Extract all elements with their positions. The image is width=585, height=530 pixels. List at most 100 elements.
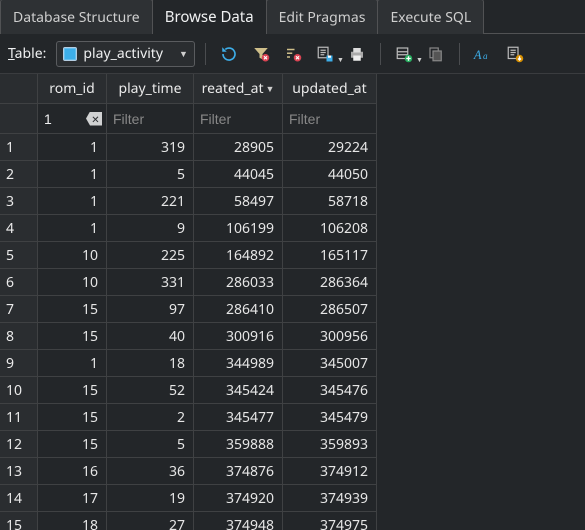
tab-browse-data[interactable]: Browse Data <box>152 0 267 34</box>
print-button[interactable] <box>344 41 370 67</box>
clear-filters-button[interactable] <box>248 41 274 67</box>
filter-input-reated_at[interactable] <box>194 104 282 133</box>
column-header-reated_at[interactable]: reated_at <box>194 74 283 104</box>
row-header[interactable]: 3 <box>0 188 38 215</box>
cell[interactable]: 319 <box>107 134 194 161</box>
cell[interactable]: 15 <box>38 431 107 458</box>
cell[interactable]: 18 <box>38 512 107 530</box>
row-header[interactable]: 11 <box>0 404 38 431</box>
row-header[interactable]: 1 <box>0 134 38 161</box>
cell[interactable]: 374975 <box>283 512 377 530</box>
cell[interactable]: 15 <box>38 377 107 404</box>
row-header[interactable]: 6 <box>0 269 38 296</box>
column-header-rom_id[interactable]: rom_id <box>38 74 107 104</box>
cell[interactable]: 36 <box>107 458 194 485</box>
toolbar-separator <box>459 43 460 65</box>
cell[interactable]: 19 <box>107 485 194 512</box>
sort-clear-icon <box>284 45 302 63</box>
cell[interactable]: 1 <box>38 188 107 215</box>
filter-input-updated_at[interactable] <box>283 104 376 133</box>
cell[interactable]: 344989 <box>194 350 283 377</box>
row-header[interactable]: 2 <box>0 161 38 188</box>
cell[interactable]: 40 <box>107 323 194 350</box>
column-header-play_time[interactable]: play_time <box>107 74 194 104</box>
cell[interactable]: 44045 <box>194 161 283 188</box>
cell[interactable]: 374920 <box>194 485 283 512</box>
save-filter-button[interactable] <box>312 41 338 67</box>
cell[interactable]: 2 <box>107 404 194 431</box>
cell[interactable]: 374939 <box>283 485 377 512</box>
cell[interactable]: 106199 <box>194 215 283 242</box>
cell[interactable]: 29224 <box>283 134 377 161</box>
cell[interactable]: 300916 <box>194 323 283 350</box>
cell[interactable]: 1 <box>38 215 107 242</box>
cell[interactable]: 52 <box>107 377 194 404</box>
cell[interactable]: 9 <box>107 215 194 242</box>
font-button[interactable]: A a <box>470 41 496 67</box>
cell[interactable]: 10 <box>38 242 107 269</box>
add-record-button[interactable] <box>391 41 417 67</box>
row-header[interactable]: 12 <box>0 431 38 458</box>
row-header[interactable]: 13 <box>0 458 38 485</box>
cell[interactable]: 345424 <box>194 377 283 404</box>
duplicate-record-button[interactable] <box>423 41 449 67</box>
cell[interactable]: 331 <box>107 269 194 296</box>
cell[interactable]: 27 <box>107 512 194 530</box>
cell[interactable]: 345007 <box>283 350 377 377</box>
cell[interactable]: 1 <box>38 350 107 377</box>
table-select-combo[interactable]: play_activity ▼ <box>56 41 195 67</box>
row-header[interactable]: 14 <box>0 485 38 512</box>
cell[interactable]: 300956 <box>283 323 377 350</box>
cell[interactable]: 221 <box>107 188 194 215</box>
toolbar-separator <box>380 43 381 65</box>
cell[interactable]: 345477 <box>194 404 283 431</box>
cell[interactable]: 286033 <box>194 269 283 296</box>
cell[interactable]: 345479 <box>283 404 377 431</box>
row-header[interactable]: 5 <box>0 242 38 269</box>
cell[interactable]: 164892 <box>194 242 283 269</box>
cell[interactable]: 165117 <box>283 242 377 269</box>
cell[interactable]: 15 <box>38 404 107 431</box>
cell[interactable]: 5 <box>107 431 194 458</box>
clear-sort-button[interactable] <box>280 41 306 67</box>
cell[interactable]: 359893 <box>283 431 377 458</box>
tab-database-structure[interactable]: Database Structure <box>0 0 153 34</box>
cell[interactable]: 15 <box>38 296 107 323</box>
cell[interactable]: 97 <box>107 296 194 323</box>
row-header[interactable]: 8 <box>0 323 38 350</box>
main-tabs: Database Structure Browse Data Edit Prag… <box>0 0 585 34</box>
cell[interactable]: 44050 <box>283 161 377 188</box>
export-button[interactable] <box>502 41 528 67</box>
cell[interactable]: 1 <box>38 161 107 188</box>
tab-execute-sql[interactable]: Execute SQL <box>377 0 484 34</box>
cell[interactable]: 225 <box>107 242 194 269</box>
row-header[interactable]: 15 <box>0 512 38 530</box>
cell[interactable]: 10 <box>38 269 107 296</box>
cell[interactable]: 28905 <box>194 134 283 161</box>
cell[interactable]: 58718 <box>283 188 377 215</box>
cell[interactable]: 374912 <box>283 458 377 485</box>
cell[interactable]: 16 <box>38 458 107 485</box>
row-header[interactable]: 4 <box>0 215 38 242</box>
cell[interactable]: 18 <box>107 350 194 377</box>
cell[interactable]: 345476 <box>283 377 377 404</box>
column-header-updated_at[interactable]: updated_at <box>283 74 377 104</box>
cell[interactable]: 374948 <box>194 512 283 530</box>
cell[interactable]: 286364 <box>283 269 377 296</box>
cell[interactable]: 374876 <box>194 458 283 485</box>
tab-edit-pragmas[interactable]: Edit Pragmas <box>266 0 379 34</box>
cell[interactable]: 5 <box>107 161 194 188</box>
row-header[interactable]: 7 <box>0 296 38 323</box>
cell[interactable]: 17 <box>38 485 107 512</box>
cell[interactable]: 1 <box>38 134 107 161</box>
cell[interactable]: 359888 <box>194 431 283 458</box>
filter-input-play_time[interactable] <box>107 104 193 133</box>
cell[interactable]: 286410 <box>194 296 283 323</box>
cell[interactable]: 286507 <box>283 296 377 323</box>
cell[interactable]: 58497 <box>194 188 283 215</box>
cell[interactable]: 15 <box>38 323 107 350</box>
row-header[interactable]: 9 <box>0 350 38 377</box>
refresh-button[interactable] <box>216 41 242 67</box>
row-header[interactable]: 10 <box>0 377 38 404</box>
cell[interactable]: 106208 <box>283 215 377 242</box>
